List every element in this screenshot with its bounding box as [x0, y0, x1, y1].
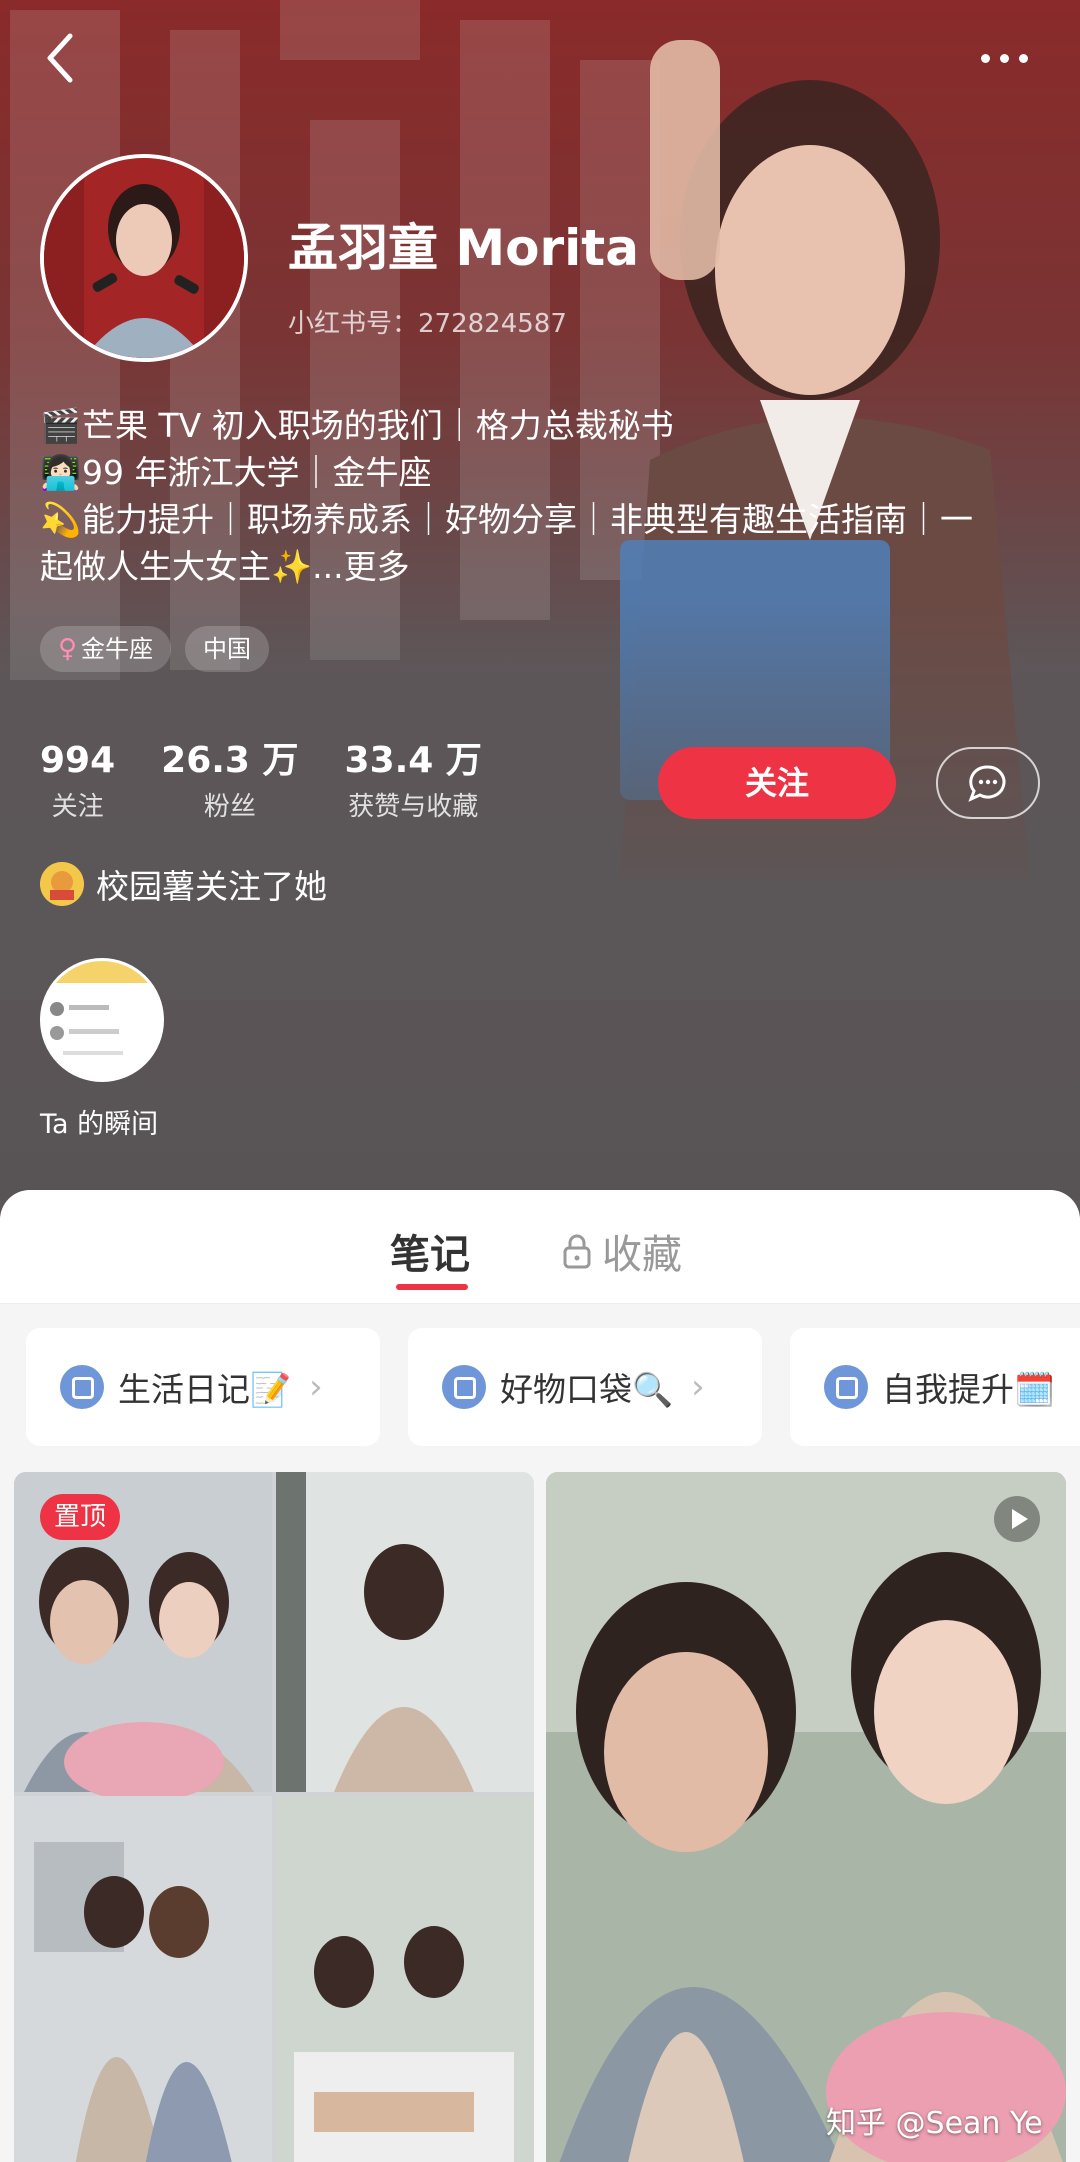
- album-label: 好物口袋🔍: [500, 1370, 674, 1409]
- bio-text: 能力提升｜职场养成系｜好物分享｜非典型有趣生活指南｜一: [82, 500, 973, 539]
- lock-icon: [563, 1234, 591, 1269]
- moments-label[interactable]: Ta 的瞬间: [40, 1102, 158, 1141]
- stat-label: 获赞与收藏: [348, 792, 479, 822]
- back-button[interactable]: [38, 28, 88, 88]
- album-label: 生活日记📝: [118, 1370, 292, 1409]
- chat-bubble-icon: [968, 765, 1006, 802]
- bio-line: 👩🏻‍💻99 年浙江大学｜金牛座: [40, 449, 1050, 496]
- more-button[interactable]: [975, 38, 1035, 78]
- album-item[interactable]: 自我提升🗓️: [790, 1328, 1080, 1446]
- avatar-image: [44, 158, 244, 358]
- tag-label: 金牛座: [81, 635, 154, 663]
- stat-label: 粉丝: [203, 792, 256, 822]
- dizzy-icon: 💫: [40, 500, 82, 539]
- stat-following[interactable]: 994 关注: [40, 738, 115, 826]
- note-cover-collage: [14, 1472, 534, 2162]
- moments-thumbnail[interactable]: [40, 958, 164, 1082]
- tag-label: 中国: [203, 635, 252, 663]
- red-id[interactable]: 小红书号：272824587: [288, 303, 567, 340]
- album-label: 自我提升🗓️: [882, 1370, 1056, 1409]
- red-id-value: 272824587: [418, 309, 567, 339]
- moments-preview: [43, 961, 161, 1079]
- tab-label: 收藏: [602, 1232, 682, 1278]
- stat-value: 33.4 万: [344, 740, 482, 781]
- stat-followers[interactable]: 26.3 万 粉丝: [161, 738, 298, 826]
- album-icon: [442, 1365, 486, 1409]
- female-icon: ♀: [58, 634, 78, 664]
- follower-avatar: [40, 862, 84, 906]
- album-list: 生活日记📝 › 好物口袋🔍 › 自我提升🗓️: [0, 1328, 1080, 1446]
- follow-button[interactable]: 关注: [658, 747, 896, 819]
- chevron-left-icon: [47, 33, 73, 83]
- followed-by[interactable]: 校园薯关注了她: [40, 860, 327, 908]
- bio-more-link[interactable]: ...更多: [312, 547, 409, 586]
- bio-text: 芒果 TV 初入职场的我们｜格力总裁秘书: [82, 406, 674, 445]
- tag-zodiac: ♀ 金牛座: [40, 626, 172, 672]
- tag-location: 中国: [185, 626, 270, 672]
- tab-label: 笔记: [390, 1232, 470, 1278]
- profile-tabs: 笔记 收藏: [0, 1190, 1080, 1304]
- followed-by-text: 校园薯关注了她: [96, 867, 327, 906]
- bio-line: 🎬芒果 TV 初入职场的我们｜格力总裁秘书: [40, 402, 1050, 449]
- note-card[interactable]: [546, 1472, 1066, 2162]
- album-icon: [824, 1365, 868, 1409]
- watermark: 知乎 @Sean Ye: [826, 2106, 1043, 2141]
- stat-likes[interactable]: 33.4 万 获赞与收藏: [345, 738, 482, 826]
- bio-text: 起做人生大女主✨: [40, 547, 313, 586]
- note-card-pinned[interactable]: 置顶: [14, 1472, 534, 2162]
- album-icon: [60, 1365, 104, 1409]
- stat-value: 994: [40, 740, 116, 781]
- profile-tags: ♀ 金牛座 中国: [40, 626, 270, 672]
- tab-favorites[interactable]: 收藏: [562, 1222, 682, 1280]
- more-dots-icon: [981, 54, 990, 63]
- avatar[interactable]: [40, 154, 248, 362]
- content-panel: 笔记 收藏 生活日记📝 › 好物口袋🔍 › 自我提升🗓️ 置顶: [0, 1190, 1080, 2162]
- stat-value: 26.3 万: [161, 740, 299, 781]
- profile-stats: 994 关注 26.3 万 粉丝 33.4 万 获赞与收藏: [40, 738, 528, 826]
- chevron-right-icon: ›: [691, 1367, 705, 1407]
- bio-line: 起做人生大女主✨...更多: [40, 543, 1050, 590]
- pinned-badge: 置顶: [40, 1494, 121, 1540]
- profile-bio[interactable]: 🎬芒果 TV 初入职场的我们｜格力总裁秘书 👩🏻‍💻99 年浙江大学｜金牛座 💫…: [40, 402, 1050, 590]
- album-item[interactable]: 生活日记📝 ›: [26, 1328, 380, 1446]
- red-id-label: 小红书号：: [288, 309, 419, 339]
- album-item[interactable]: 好物口袋🔍 ›: [408, 1328, 762, 1446]
- stat-label: 关注: [51, 792, 104, 822]
- bio-text: 99 年浙江大学｜金牛座: [82, 453, 432, 492]
- bio-line: 💫能力提升｜职场养成系｜好物分享｜非典型有趣生活指南｜一: [40, 496, 1050, 543]
- message-button[interactable]: [936, 747, 1040, 819]
- chevron-right-icon: ›: [309, 1367, 323, 1407]
- profile-nickname: 孟羽童 Morita: [288, 219, 639, 277]
- technologist-icon: 👩🏻‍💻: [40, 453, 82, 492]
- active-tab-indicator: [396, 1284, 468, 1290]
- tab-notes[interactable]: 笔记: [390, 1222, 470, 1290]
- play-icon: [994, 1496, 1040, 1542]
- note-cover-image: [546, 1472, 1066, 2162]
- clapperboard-icon: 🎬: [40, 406, 82, 445]
